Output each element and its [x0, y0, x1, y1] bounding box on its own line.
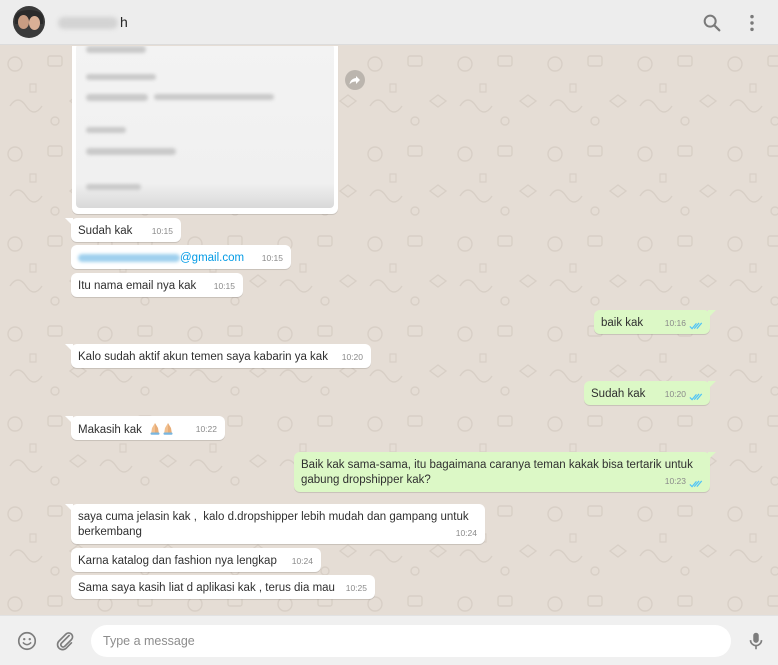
attach-icon[interactable]	[54, 630, 76, 652]
forward-icon	[349, 76, 360, 85]
message-incoming[interactable]: @gmail.com 10:15	[71, 245, 291, 269]
search-icon[interactable]	[701, 12, 723, 34]
message-outgoing[interactable]: baik kak 10:16	[594, 310, 716, 334]
forward-button[interactable]	[345, 70, 365, 90]
message-incoming[interactable]: Sudah kak 10:15	[65, 218, 181, 242]
redacted-name	[58, 17, 118, 30]
read-ticks-icon	[689, 480, 703, 488]
emoji-icon[interactable]	[16, 630, 38, 652]
read-ticks-icon	[689, 393, 703, 401]
message-input[interactable]	[91, 625, 731, 657]
read-ticks-icon	[689, 322, 703, 330]
chat-header: h	[0, 0, 778, 45]
composer-bar	[0, 615, 778, 665]
image-message[interactable]	[72, 46, 338, 214]
praying-hands-emoji-icon	[150, 423, 160, 435]
message-incoming[interactable]: Makasih kak 10:22	[65, 416, 225, 440]
redacted-email-user	[78, 253, 180, 262]
chat-area[interactable]: Sudah kak 10:15 @gmail.com 10:15 Itu nam…	[0, 46, 778, 615]
message-incoming[interactable]: Kalo sudah aktif akun temen saya kabarin…	[65, 344, 371, 368]
menu-icon[interactable]	[741, 12, 763, 34]
contact-avatar[interactable]	[13, 6, 45, 38]
praying-hands-emoji-icon	[163, 423, 173, 435]
contact-name[interactable]: h	[58, 14, 128, 30]
message-incoming[interactable]: Sama saya kasih liat d aplikasi kak , te…	[71, 575, 375, 599]
message-outgoing[interactable]: Sudah kak 10:20	[584, 381, 716, 405]
message-incoming[interactable]: Itu nama email nya kak 10:15	[71, 273, 243, 297]
message-incoming[interactable]: Karna katalog dan fashion nya lengkap 10…	[71, 548, 321, 572]
mic-icon[interactable]	[745, 630, 767, 652]
message-outgoing[interactable]: Baik kak sama-sama, itu bagaimana carany…	[294, 452, 716, 492]
email-link[interactable]: @gmail.com	[180, 252, 244, 264]
message-incoming[interactable]: saya cuma jelasin kak , kalo d.dropshipp…	[65, 504, 485, 544]
